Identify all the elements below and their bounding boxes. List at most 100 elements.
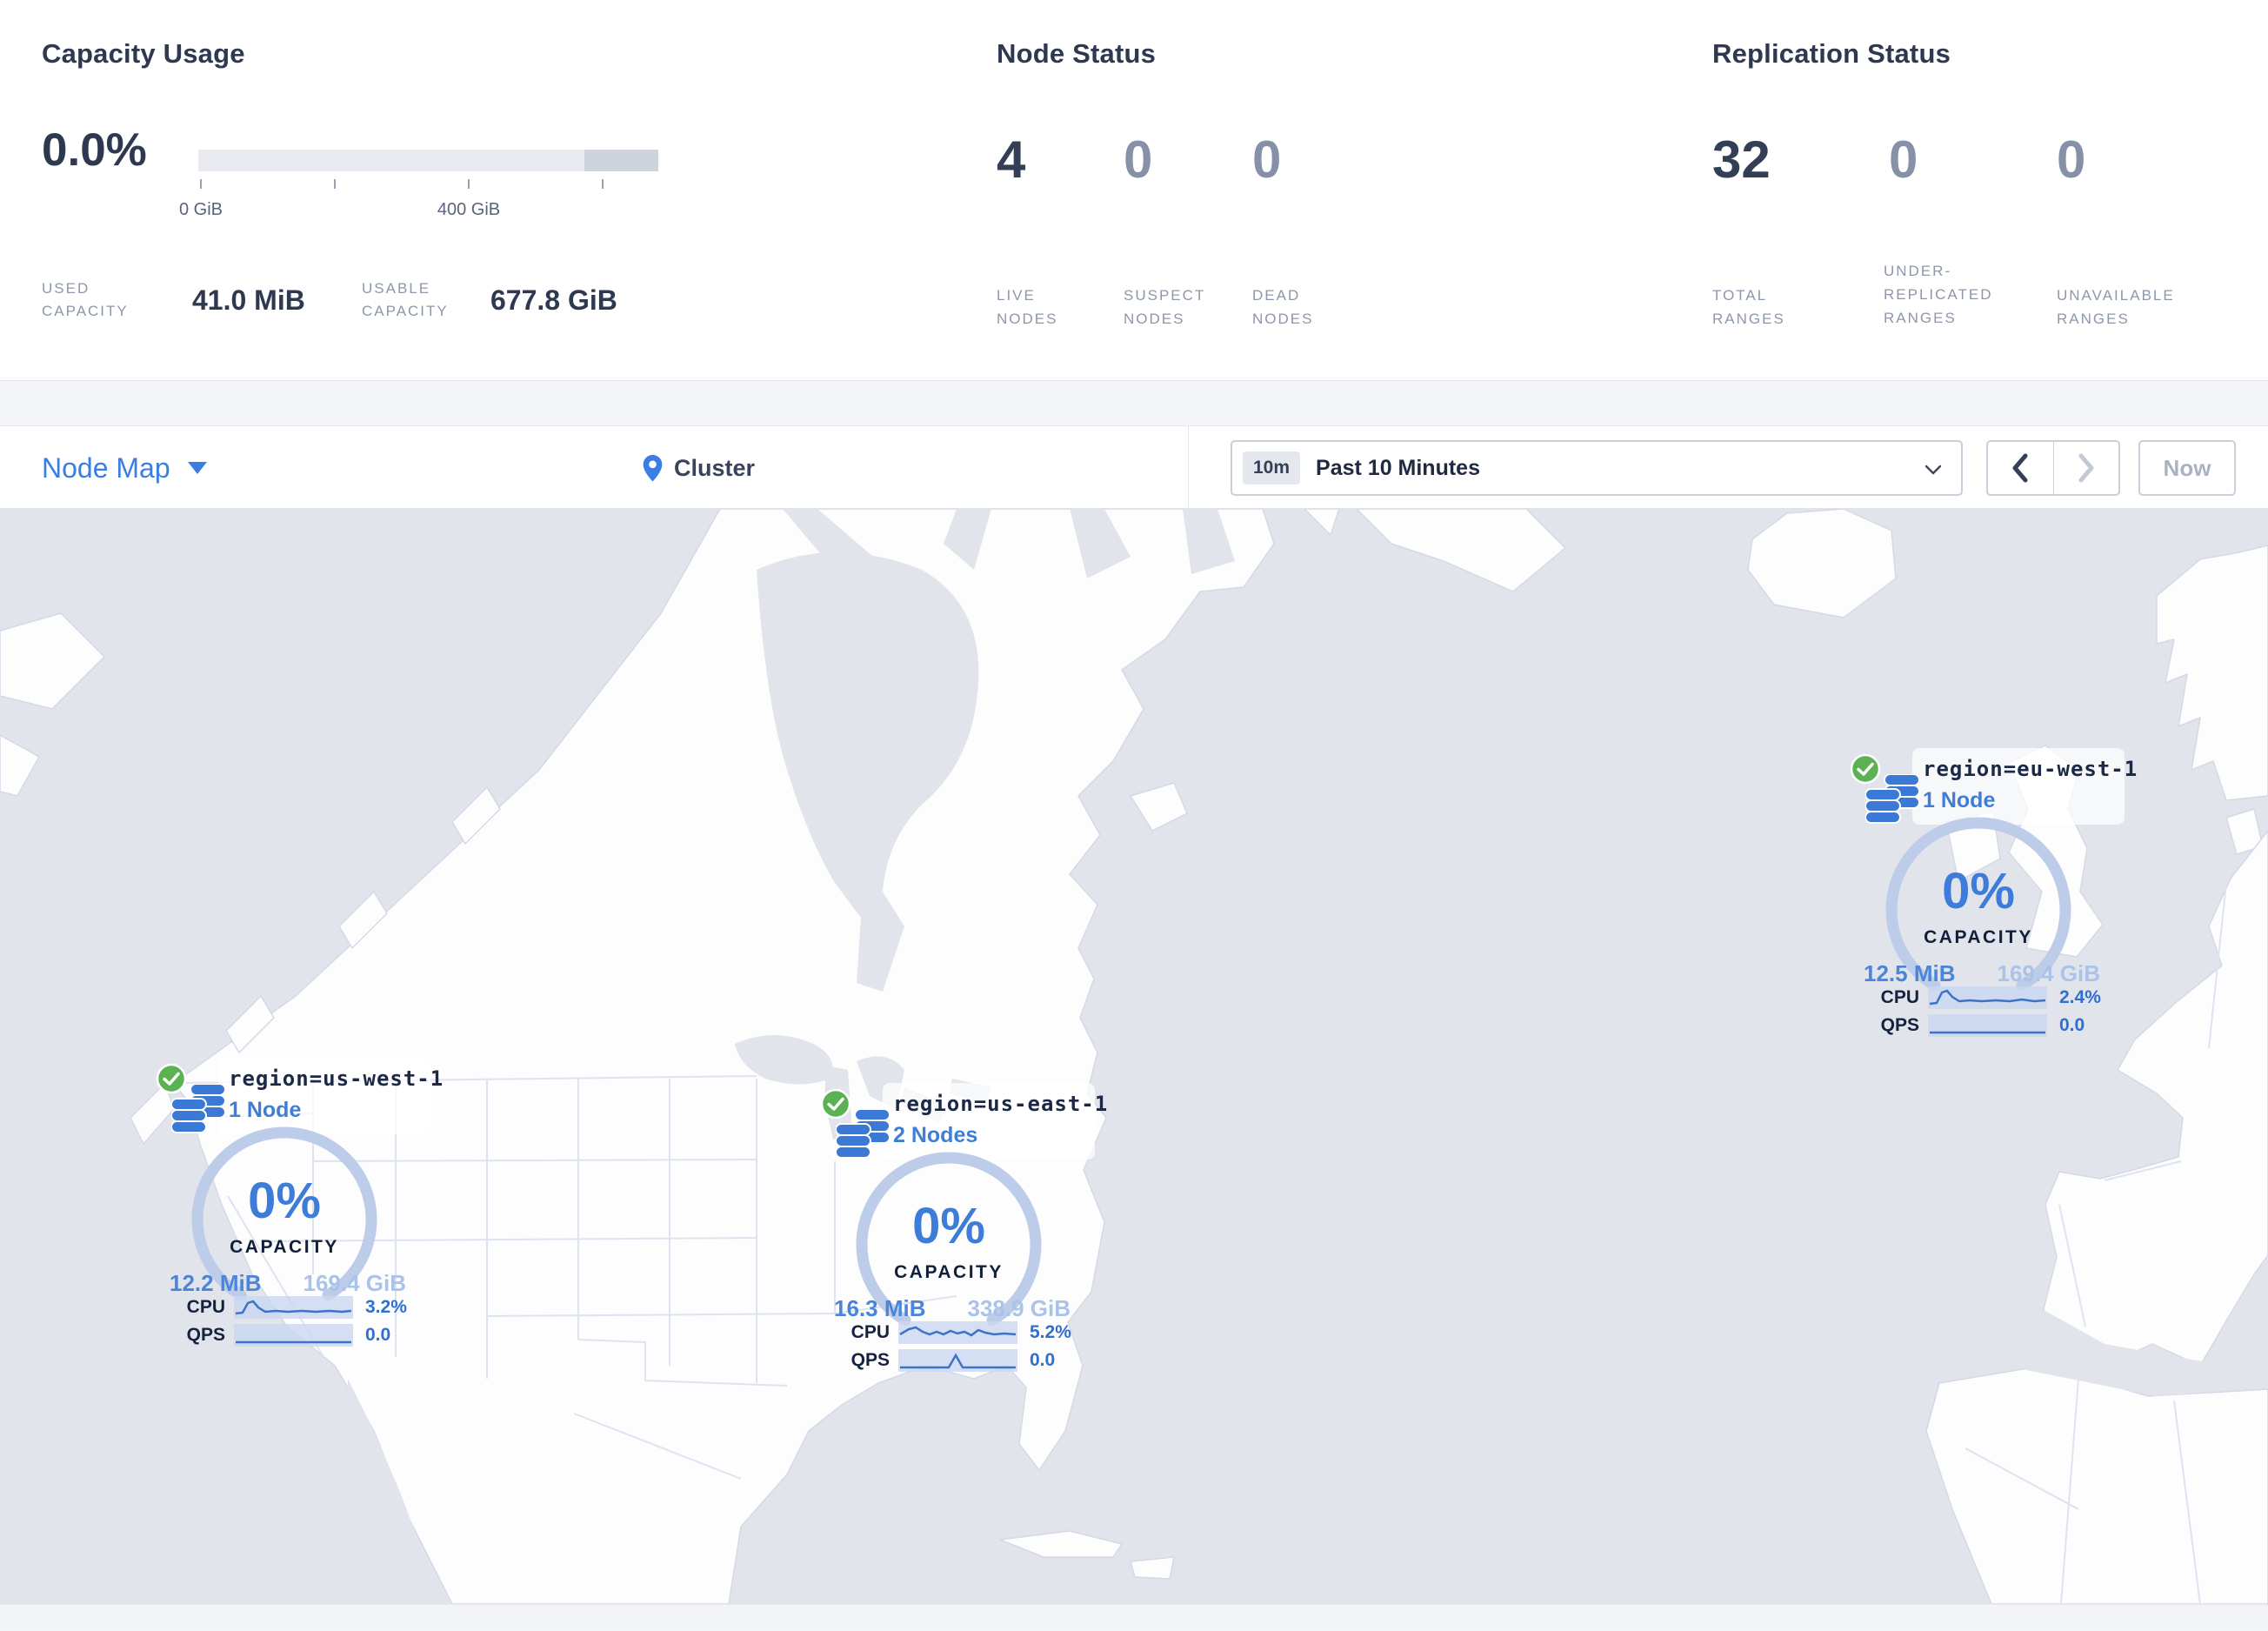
qps-sparkline	[234, 1324, 353, 1347]
capacity-axis-tick	[468, 179, 470, 189]
region-capacity-minmax: 12.2 MiB 169.4 GiB	[170, 1270, 406, 1297]
caret-down-icon	[187, 462, 207, 474]
usable-capacity-block: USABLE CAPACITY 677.8 GiB	[362, 277, 617, 324]
capacity-usage-title: Capacity Usage	[42, 38, 245, 69]
node-map[interactable]: region=us-west-1 1 Node 0% CAPACITY 12.2…	[0, 509, 2268, 1604]
capacity-axis-label-400: 400 GiB	[437, 200, 501, 219]
capacity-axis-tick	[602, 179, 604, 189]
time-range-label: Past 10 Minutes	[1316, 455, 1480, 480]
region-badge-us-east-1[interactable]: region=us-east-1 2 Nodes 0% CAPACITY 16.…	[820, 1083, 1107, 1384]
cpu-label: CPU	[186, 1297, 225, 1317]
usable-capacity-value: 677.8 GiB	[490, 284, 617, 316]
breadcrumb[interactable]: Cluster	[642, 426, 755, 510]
breadcrumb-label: Cluster	[674, 454, 756, 481]
capacity-axis-tick	[200, 179, 202, 189]
dead-nodes-label: DEAD NODES	[1252, 287, 1314, 328]
capacity-usage-section: Capacity Usage 0.0% 0 GiB 400 GiB USED C…	[42, 38, 703, 319]
cpu-sparkline	[1928, 986, 2047, 1009]
qps-row: QPS 0.0	[175, 1323, 390, 1347]
node-status-title: Node Status	[997, 38, 1157, 69]
cpu-row: CPU 5.2%	[839, 1320, 1071, 1345]
chevron-down-icon	[1924, 465, 1942, 475]
unavailable-label: UNAVAILABLE RANGES	[2057, 287, 2175, 328]
region-capacity-label: CAPACITY	[230, 1237, 339, 1257]
qps-sparkline	[898, 1349, 1017, 1372]
qps-sparkline	[1928, 1014, 2047, 1037]
total-ranges-count: 32	[1712, 130, 1771, 189]
cpu-sparkline	[234, 1296, 353, 1319]
region-name: region=eu-west-1	[1923, 757, 2138, 781]
region-total-capacity: 169.4 GiB	[1997, 960, 2100, 986]
region-capacity-percent: 0%	[1942, 863, 2015, 919]
suspect-nodes-count: 0	[1124, 130, 1153, 189]
region-total-capacity: 169.4 GiB	[303, 1270, 406, 1296]
world-map-graphic	[0, 509, 2268, 1604]
under-replicated-label: UNDER-REPLICATED RANGES	[1884, 263, 1993, 327]
region-capacity-percent: 0%	[248, 1173, 321, 1229]
qps-value: 0.0	[1030, 1350, 1056, 1370]
region-node-count: 2 Nodes	[893, 1123, 978, 1147]
qps-label: QPS	[1880, 1015, 1919, 1035]
unavailable-count: 0	[2057, 130, 2086, 189]
cpu-row: CPU 2.4%	[1869, 986, 2101, 1010]
time-back-button[interactable]	[1988, 442, 2054, 494]
chevron-left-icon	[2012, 453, 2028, 483]
qps-value: 0.0	[365, 1325, 391, 1345]
time-forward-button[interactable]	[2054, 442, 2119, 494]
cpu-value: 3.2%	[365, 1297, 407, 1317]
time-range-badge: 10m	[1243, 451, 1301, 485]
used-capacity-value: 41.0 MiB	[192, 284, 305, 316]
total-ranges-label: TOTAL RANGES	[1712, 287, 1785, 328]
cpu-value: 2.4%	[2059, 987, 2101, 1007]
time-range-dropdown[interactable]: 10m Past 10 Minutes	[1231, 440, 1963, 496]
dead-nodes-count: 0	[1252, 130, 1282, 189]
region-capacity-label: CAPACITY	[1924, 927, 2033, 947]
capacity-axis-label-0: 0 GiB	[178, 200, 223, 219]
region-name: region=us-west-1	[229, 1066, 444, 1091]
replication-status-title: Replication Status	[1712, 38, 1951, 69]
cpu-value: 5.2%	[1030, 1322, 1071, 1342]
qps-row: QPS 0.0	[839, 1348, 1055, 1373]
cpu-sparkline	[898, 1321, 1017, 1344]
qps-row: QPS 0.0	[1869, 1013, 2085, 1038]
region-used-capacity: 16.3 MiB	[834, 1295, 926, 1321]
under-replicated-count: 0	[1889, 130, 1918, 189]
region-total-capacity: 338.9 GiB	[967, 1295, 1071, 1321]
region-node-count: 1 Node	[229, 1098, 302, 1122]
region-badge-eu-west-1[interactable]: region=eu-west-1 1 Node 0% CAPACITY 12.5…	[1850, 748, 2137, 1049]
capacity-axis-tick	[334, 179, 336, 189]
region-capacity-minmax: 12.5 MiB 169.4 GiB	[1864, 960, 2100, 987]
region-capacity-label: CAPACITY	[894, 1262, 1004, 1282]
toolbar-divider	[1188, 426, 1189, 509]
region-name: region=us-east-1	[893, 1092, 1109, 1116]
capacity-bar	[198, 150, 658, 171]
region-used-capacity: 12.5 MiB	[1864, 960, 1956, 986]
used-capacity-label: USED CAPACITY	[42, 280, 129, 320]
page-bottom-strip	[0, 1604, 2268, 1630]
replication-status-section: Replication Status 32 0 0 TOTAL RANGES U…	[1712, 38, 2234, 327]
region-capacity-percent: 0%	[912, 1198, 985, 1254]
map-toolbar: Node Map Cluster 10m Past 10 Minutes Now	[0, 425, 2268, 509]
used-capacity-block: USED CAPACITY 41.0 MiB	[42, 277, 305, 324]
time-pager	[1986, 440, 2120, 496]
capacity-percent: 0.0%	[42, 124, 147, 176]
cluster-summary-panel: Capacity Usage 0.0% 0 GiB 400 GiB USED C…	[0, 0, 2268, 381]
capacity-bar-reserved-segment	[584, 150, 658, 171]
view-selector-label: Node Map	[42, 451, 170, 484]
live-nodes-label: LIVE NODES	[997, 287, 1058, 328]
region-capacity-minmax: 16.3 MiB 338.9 GiB	[834, 1295, 1071, 1322]
region-node-count: 1 Node	[1923, 788, 1996, 812]
usable-capacity-label: USABLE CAPACITY	[362, 280, 449, 320]
chevron-right-icon	[2078, 453, 2094, 483]
cpu-label: CPU	[850, 1322, 890, 1342]
region-badge-us-west-1[interactable]: region=us-west-1 1 Node 0% CAPACITY 12.2…	[156, 1058, 443, 1359]
now-button[interactable]: Now	[2138, 440, 2236, 496]
view-selector-dropdown[interactable]: Node Map	[42, 426, 207, 510]
map-pin-icon	[643, 454, 663, 481]
node-status-section: Node Status 4 0 0 LIVE NODES SUSPECT NOD…	[997, 38, 1484, 327]
qps-label: QPS	[850, 1350, 890, 1370]
region-used-capacity: 12.2 MiB	[170, 1270, 262, 1296]
qps-value: 0.0	[2059, 1015, 2085, 1035]
qps-label: QPS	[186, 1325, 225, 1345]
live-nodes-count: 4	[997, 130, 1026, 189]
